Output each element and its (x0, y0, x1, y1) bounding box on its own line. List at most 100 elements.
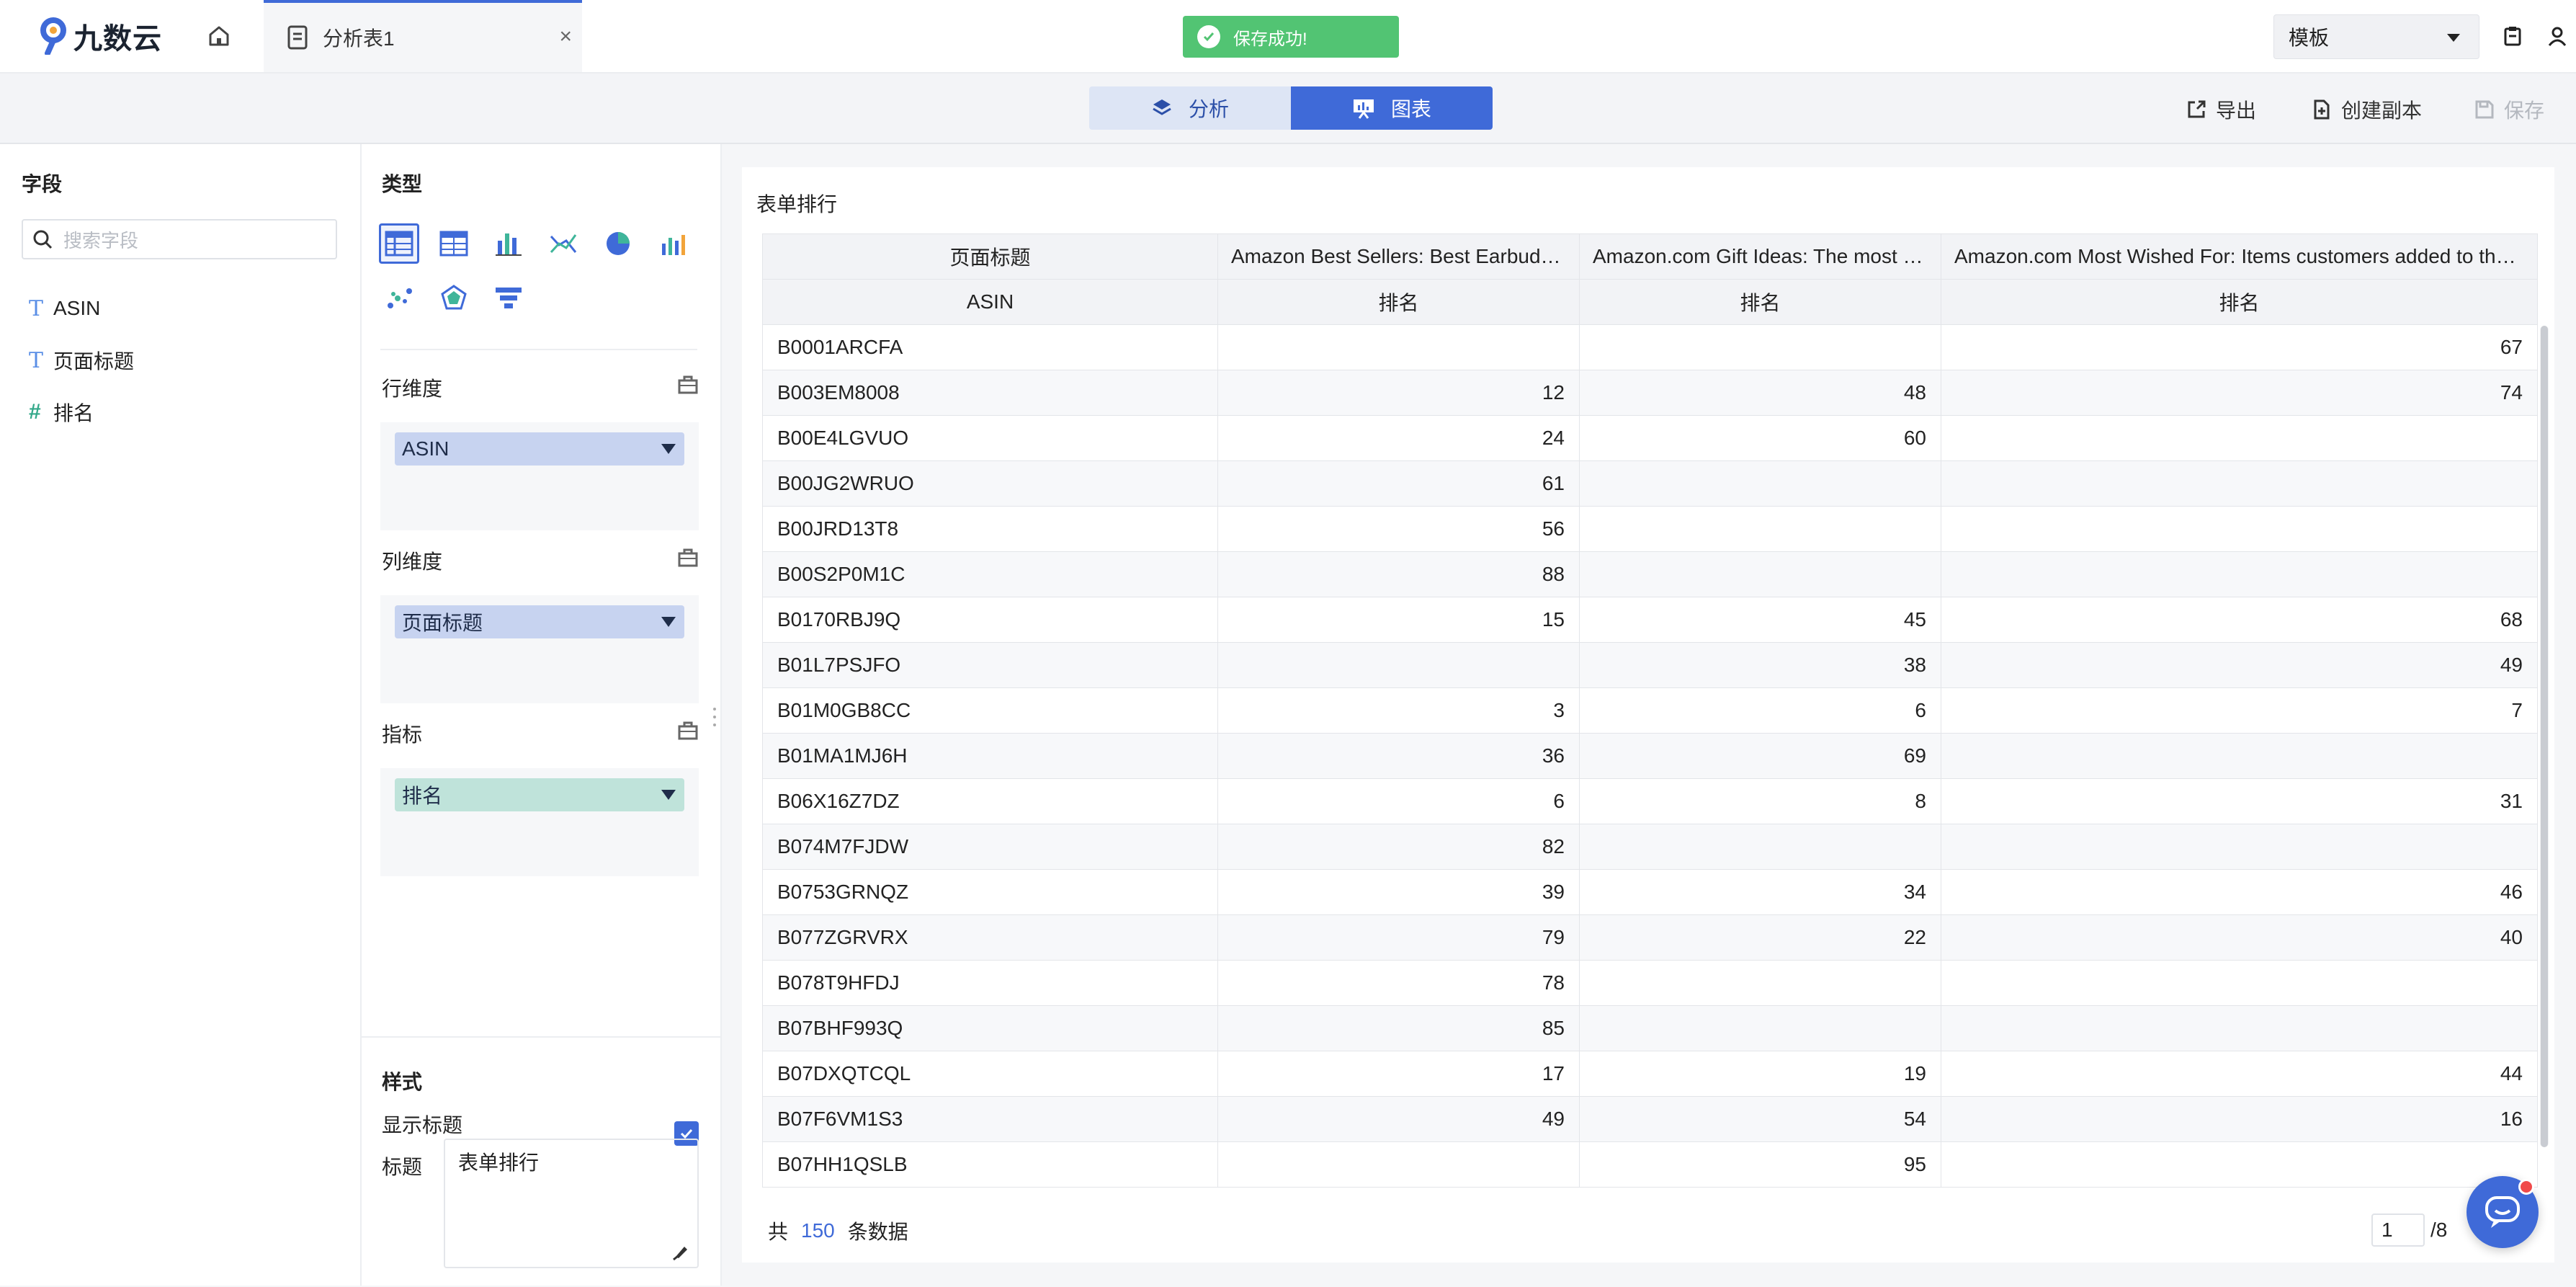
asin-cell[interactable]: B003EM8008 (762, 370, 1218, 416)
home-icon[interactable] (206, 23, 232, 49)
user-icon[interactable] (2546, 25, 2569, 48)
tab-chart[interactable]: 图表 (1291, 86, 1493, 130)
rank-cell[interactable] (1579, 324, 1941, 370)
rank-cell[interactable]: 95 (1579, 1141, 1941, 1188)
table-type-icon[interactable] (379, 223, 419, 264)
close-icon[interactable]: × (559, 25, 572, 49)
rank-cell[interactable]: 69 (1579, 733, 1941, 779)
rank-cell[interactable]: 82 (1217, 824, 1580, 870)
rank-cell[interactable]: 36 (1217, 733, 1580, 779)
rank-cell[interactable]: 68 (1941, 597, 2538, 643)
asin-cell[interactable]: B074M7FJDW (762, 824, 1218, 870)
asin-cell[interactable]: B07HH1QSLB (762, 1141, 1218, 1188)
field-item-asin[interactable]: T ASIN (29, 294, 100, 323)
rank-cell[interactable]: 78 (1217, 960, 1580, 1006)
detail-table-icon[interactable] (434, 223, 474, 264)
rank-cell[interactable]: 16 (1941, 1096, 2538, 1142)
combo-chart-icon[interactable] (653, 223, 693, 264)
asin-cell[interactable]: B06X16Z7DZ (762, 778, 1218, 824)
search-field-input[interactable]: 搜索字段 (22, 219, 337, 259)
column-dimension-drop-zone[interactable]: 页面标题 (380, 595, 699, 703)
rank-cell[interactable]: 48 (1579, 370, 1941, 416)
caret-down-icon[interactable] (661, 444, 676, 454)
rank-cell[interactable] (1579, 960, 1941, 1006)
asin-cell[interactable]: B00JRD13T8 (762, 506, 1218, 552)
caret-down-icon[interactable] (661, 617, 676, 627)
asin-cell[interactable]: B00JG2WRUO (762, 460, 1218, 507)
rank-cell[interactable] (1941, 733, 2538, 779)
rank-cell[interactable] (1941, 460, 2538, 507)
chat-support-button[interactable] (2467, 1176, 2539, 1248)
scrollbar-thumb[interactable] (2541, 326, 2548, 1147)
rank-cell[interactable] (1941, 1005, 2538, 1051)
rank-cell[interactable] (1941, 415, 2538, 461)
rank-cell[interactable]: 49 (1217, 1096, 1580, 1142)
rank-cell[interactable]: 15 (1217, 597, 1580, 643)
rank-cell[interactable]: 38 (1579, 642, 1941, 688)
asin-cell[interactable]: B0170RBJ9Q (762, 597, 1218, 643)
page-input[interactable]: 1 (2371, 1213, 2425, 1247)
asin-cell[interactable]: B01M0GB8CC (762, 687, 1218, 734)
rank-cell[interactable]: 79 (1217, 914, 1580, 961)
header-rank[interactable]: 排名 (1579, 279, 1941, 325)
app-logo[interactable]: 九数云 (37, 17, 162, 55)
rank-cell[interactable] (1941, 551, 2538, 597)
asin-cell[interactable]: B01L7PSJFO (762, 642, 1218, 688)
header-page-col-1[interactable]: Amazon Best Sellers: Best Earbud Headpho… (1217, 233, 1580, 280)
radar-chart-icon[interactable] (434, 278, 474, 319)
duplicate-button[interactable]: 创建副本 (2311, 95, 2422, 124)
rank-cell[interactable]: 31 (1941, 778, 2538, 824)
asin-cell[interactable]: B078T9HFDJ (762, 960, 1218, 1006)
rank-cell[interactable]: 74 (1941, 370, 2538, 416)
rank-cell[interactable]: 6 (1579, 687, 1941, 734)
rank-cell[interactable]: 44 (1941, 1051, 2538, 1097)
scatter-chart-icon[interactable] (379, 278, 419, 319)
tab-analysis[interactable]: 分析 (1089, 86, 1291, 130)
rank-cell[interactable]: 6 (1217, 778, 1580, 824)
rank-cell[interactable] (1579, 1005, 1941, 1051)
header-page-col-3[interactable]: Amazon.com Most Wished For: Items custom… (1941, 233, 2538, 280)
header-asin[interactable]: ASIN (762, 279, 1218, 325)
save-button[interactable]: 保存 (2474, 95, 2544, 124)
header-rank[interactable]: 排名 (1941, 279, 2538, 325)
clipboard-icon[interactable] (2501, 25, 2524, 48)
header-rank[interactable]: 排名 (1217, 279, 1580, 325)
rank-cell[interactable]: 8 (1579, 778, 1941, 824)
rank-cell[interactable]: 34 (1579, 869, 1941, 915)
rank-cell[interactable]: 60 (1579, 415, 1941, 461)
rank-cell[interactable] (1579, 460, 1941, 507)
asin-cell[interactable]: B00S2P0M1C (762, 551, 1218, 597)
asin-cell[interactable]: B00E4LGVUO (762, 415, 1218, 461)
field-item-rank[interactable]: # 排名 (29, 398, 94, 427)
rank-cell[interactable]: 49 (1941, 642, 2538, 688)
asin-cell[interactable]: B077ZGRVRX (762, 914, 1218, 961)
asin-cell[interactable]: B07BHF993Q (762, 1005, 1218, 1051)
row-dimension-pill[interactable]: ASIN (395, 432, 684, 466)
rank-cell[interactable]: 40 (1941, 914, 2538, 961)
rank-cell[interactable]: 45 (1579, 597, 1941, 643)
line-chart-icon[interactable] (543, 223, 583, 264)
pie-chart-icon[interactable] (598, 223, 638, 264)
vertical-scrollbar[interactable] (2540, 326, 2549, 1147)
rank-cell[interactable]: 56 (1217, 506, 1580, 552)
export-button[interactable]: 导出 (2186, 95, 2256, 124)
rank-cell[interactable]: 3 (1217, 687, 1580, 734)
rank-cell[interactable]: 19 (1579, 1051, 1941, 1097)
settings-box-icon[interactable] (677, 548, 699, 568)
asin-cell[interactable]: B0753GRNQZ (762, 869, 1218, 915)
field-item-page-title[interactable]: T 页面标题 (29, 346, 134, 375)
rank-cell[interactable]: 61 (1217, 460, 1580, 507)
tab-analysis-sheet[interactable]: 分析表1 × (264, 0, 582, 72)
rank-cell[interactable] (1941, 960, 2538, 1006)
asin-cell[interactable]: B0001ARCFA (762, 324, 1218, 370)
settings-box-icon[interactable] (677, 375, 699, 395)
rank-cell[interactable] (1941, 1141, 2538, 1188)
rank-cell[interactable]: 7 (1941, 687, 2538, 734)
column-dimension-pill[interactable]: 页面标题 (395, 605, 684, 638)
header-page-col-2[interactable]: Amazon.com Gift Ideas: The most gifted i… (1579, 233, 1941, 280)
rank-cell[interactable] (1579, 551, 1941, 597)
rank-cell[interactable]: 54 (1579, 1096, 1941, 1142)
rank-cell[interactable] (1217, 324, 1580, 370)
header-page-title[interactable]: 页面标题 (762, 233, 1218, 280)
rank-cell[interactable]: 17 (1217, 1051, 1580, 1097)
